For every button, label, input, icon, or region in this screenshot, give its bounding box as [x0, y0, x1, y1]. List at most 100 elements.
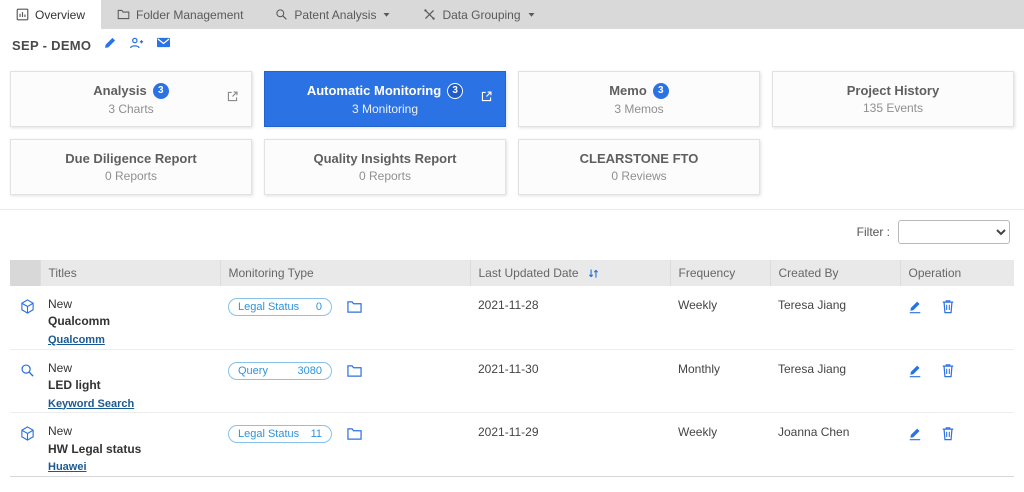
card-subtitle: 0 Reports [358, 169, 412, 183]
card-memo[interactable]: Memo 3 3 Memos [518, 71, 760, 127]
title-cell: New LED light Keyword Search [40, 349, 220, 413]
header-icon-cell [10, 260, 41, 286]
external-link-icon[interactable] [226, 90, 239, 108]
filter-bar: Filter : [0, 210, 1024, 248]
mail-button[interactable] [156, 36, 171, 54]
patent-analysis-icon [275, 8, 288, 21]
card-subtitle: 3 Memos [614, 101, 664, 116]
type-pill[interactable]: Legal Status 11 [228, 425, 332, 444]
card-quality-insights-report[interactable]: Quality Insights Report 0 Reports [264, 139, 506, 195]
card-title: Quality Insights Report [313, 151, 457, 166]
card-subtitle: 0 Reports [104, 169, 158, 183]
card-title: Analysis [93, 83, 147, 98]
table-header-row: Titles Monitoring Type Last Updated Date… [10, 260, 1014, 286]
filter-select[interactable] [898, 220, 1010, 244]
frequency-cell: Monthly [678, 361, 721, 376]
created-by-cell: Teresa Jiang [778, 361, 847, 376]
overview-icon [16, 8, 29, 21]
card-clearstone-fto[interactable]: CLEARSTONE FTO 0 Reviews [518, 139, 760, 195]
edit-icon[interactable] [908, 300, 922, 314]
card-subtitle: 135 Events [862, 101, 924, 115]
header-created-by: Created By [770, 260, 901, 286]
tab-label: Data Grouping [442, 7, 521, 22]
tab-folder-management[interactable]: Folder Management [101, 0, 259, 29]
add-user-button[interactable] [129, 36, 144, 55]
add-user-icon [129, 36, 144, 55]
header-last-updated: Last Updated Date [470, 260, 671, 286]
monitoring-type-cell: Query 3080 [220, 349, 470, 413]
delete-icon[interactable] [941, 299, 955, 314]
cube-icon [20, 426, 35, 444]
row-source-link[interactable]: Keyword Search [48, 397, 134, 413]
row-source-link[interactable]: Qualcomm [48, 333, 105, 349]
tab-label: Patent Analysis [294, 7, 377, 22]
folder-icon[interactable] [347, 364, 363, 378]
folder-icon [117, 8, 130, 21]
card-title: Due Diligence Report [65, 151, 197, 166]
header-operation: Operation [900, 260, 1014, 286]
row-status: New [48, 424, 73, 439]
header-frequency: Frequency [670, 260, 771, 286]
data-grouping-icon [423, 8, 436, 21]
card-subtitle: 3 Charts [108, 101, 154, 116]
card-title: Project History [846, 83, 940, 98]
tab-patent-analysis[interactable]: Patent Analysis [259, 0, 407, 29]
card-title: CLEARSTONE FTO [579, 151, 699, 166]
delete-icon[interactable] [941, 363, 955, 378]
mail-icon [156, 36, 171, 54]
frequency-cell: Weekly [678, 298, 718, 312]
chevron-down-icon [527, 10, 536, 19]
card-title: Automatic Monitoring [306, 83, 442, 98]
count-badge: 3 [152, 82, 169, 99]
created-by-cell: Joanna Chen [778, 425, 850, 440]
external-link-icon[interactable] [480, 90, 493, 108]
row-type-cell [10, 413, 40, 477]
folder-icon[interactable] [347, 427, 363, 441]
folder-icon[interactable] [347, 300, 363, 314]
search-icon [20, 364, 35, 381]
table-row: New Qualcomm Qualcomm Legal Status 0 202… [10, 286, 1014, 350]
monitoring-table: Titles Monitoring Type Last Updated Date… [10, 260, 1014, 477]
project-name: SEP - DEMO [12, 37, 92, 53]
row-title: Qualcomm [48, 314, 111, 329]
operation-cell [900, 286, 1014, 349]
chevron-down-icon [382, 10, 391, 19]
edit-icon[interactable] [908, 364, 922, 378]
frequency-cell: Weekly [678, 425, 718, 440]
row-type-cell [10, 349, 40, 413]
project-bar: SEP - DEMO [0, 29, 1024, 61]
monitoring-type-cell: Legal Status 11 [220, 413, 470, 477]
tab-overview[interactable]: Overview [0, 0, 102, 29]
operation-cell [900, 413, 1014, 477]
sort-icon[interactable] [587, 267, 600, 280]
card-due-diligence-report[interactable]: Due Diligence Report 0 Reports [10, 139, 252, 195]
type-pill[interactable]: Query 3080 [228, 361, 332, 380]
card-automatic-monitoring[interactable]: Automatic Monitoring 3 3 Monitoring [264, 71, 506, 127]
header-titles: Titles [40, 260, 221, 286]
card-project-history[interactable]: Project History 135 Events [772, 71, 1014, 127]
delete-icon[interactable] [941, 426, 955, 441]
created-by-cell: Teresa Jiang [778, 298, 847, 312]
type-pill[interactable]: Legal Status 0 [228, 298, 332, 316]
title-cell: New HW Legal status Huawei [40, 413, 220, 477]
title-cell: New Qualcomm Qualcomm [40, 286, 220, 349]
row-source-link[interactable]: Huawei [48, 460, 87, 476]
row-status: New [48, 360, 73, 375]
edit-project-button[interactable] [103, 36, 117, 55]
monitoring-type-cell: Legal Status 0 [220, 286, 470, 349]
row-title: HW Legal status [48, 441, 142, 456]
tab-bar: Overview Folder Management Patent Analys… [0, 0, 1024, 29]
tab-data-grouping[interactable]: Data Grouping [407, 0, 551, 29]
card-analysis[interactable]: Analysis 3 3 Charts [10, 71, 252, 127]
card-title: Memo [609, 83, 647, 98]
tab-label: Folder Management [136, 7, 244, 22]
table-row: New LED light Keyword Search Query 3080 … [10, 349, 1014, 413]
cube-icon [20, 299, 35, 317]
row-title: LED light [48, 378, 101, 393]
last-updated-cell: 2021-11-30 [478, 361, 539, 376]
count-badge: 3 [447, 82, 464, 99]
edit-icon [103, 36, 117, 55]
header-monitoring-type: Monitoring Type [220, 260, 471, 286]
summary-cards: Analysis 3 3 Charts Automatic Monitoring… [0, 61, 1024, 201]
edit-icon[interactable] [908, 427, 922, 441]
